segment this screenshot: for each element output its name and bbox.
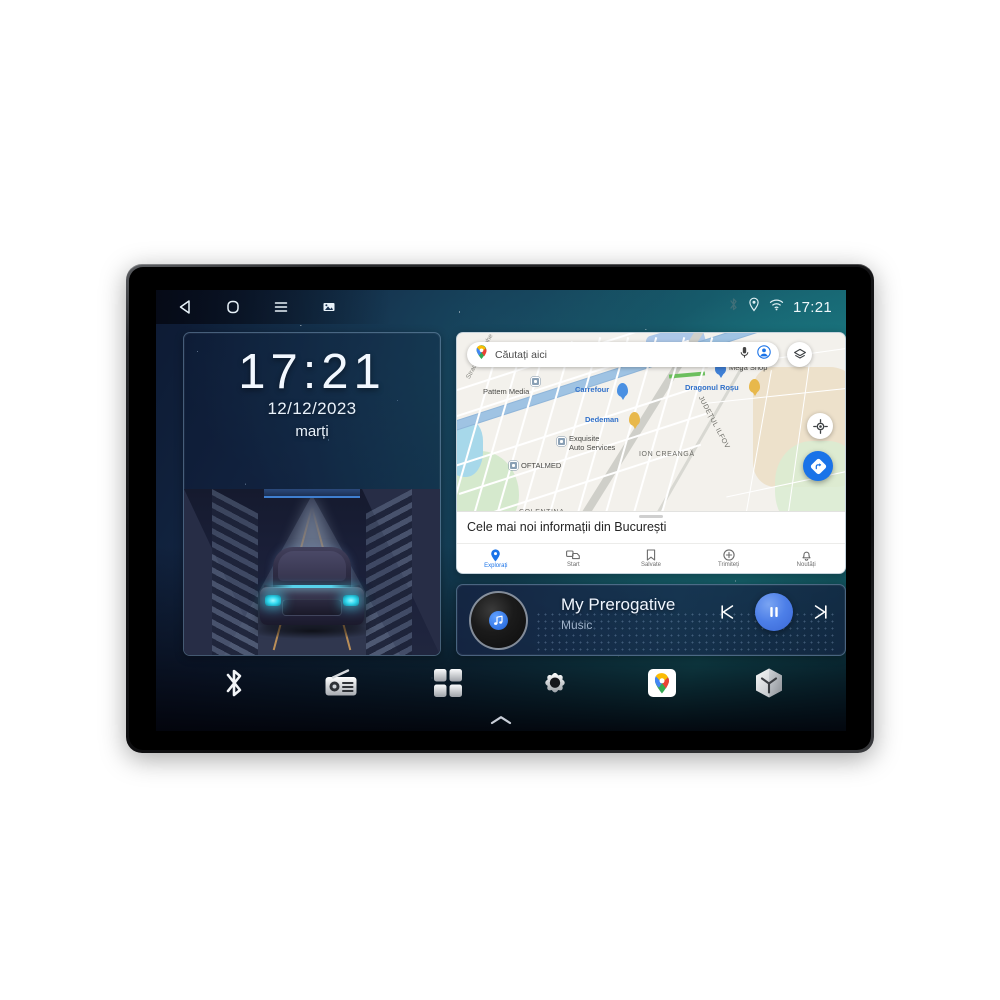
map-poi-pin-dragonul[interactable] [749,379,760,393]
map-sheet-title: Cele mai noi informații din București [467,520,667,534]
map-tab-explore[interactable]: Explorați [457,548,535,569]
clock-date: 12/12/2023 [267,399,357,418]
map-poi-pin-carrefour[interactable] [617,383,628,397]
music-track-title: My Prerogative [561,595,676,614]
device-bezel: 17:21 17:21 12/12/2023 marți Pattem Medi… [129,267,871,750]
map-tab-label: Start [567,562,580,568]
apps-grid-icon [433,669,462,697]
home-button[interactable] [222,296,244,318]
google-maps-icon [647,669,676,697]
bell-updates-icon [802,551,811,561]
previous-track-button[interactable] [715,600,739,624]
radio-icon [325,669,356,696]
back-button[interactable] [174,296,196,318]
clock-weekday: marți [295,423,329,440]
google-maps-widget[interactable]: Pattem Media Carrefour Dedeman Dragonul … [456,332,846,574]
map-tab-label: Explorați [484,562,508,569]
directions-button[interactable] [803,451,833,481]
car-grille [282,599,342,616]
map-tab-label: Noutăți [796,562,816,568]
cube-box-icon [755,668,782,698]
map-label: Auto Services [569,443,616,452]
music-transport-controls [715,593,833,631]
bluetooth-icon [728,297,739,317]
map-poi-marker[interactable] [531,377,540,386]
album-art-disc[interactable] [469,591,528,650]
clock-and-car-widget[interactable]: 17:21 12/12/2023 marți [183,332,441,656]
map-bottom-sheet[interactable]: Cele mai noi informații din București Ex… [457,511,845,573]
map-tab-updates[interactable]: Noutăți [767,549,845,568]
dock-item-radio[interactable] [319,661,363,705]
car-light-strip [264,585,360,588]
map-tab-label: Trimiteți [718,562,740,568]
map-label: Pattem Media [483,387,530,396]
car-animation-widget[interactable] [184,489,440,655]
sheet-drag-handle[interactable] [639,515,663,518]
touchscreen[interactable]: 17:21 17:21 12/12/2023 marți Pattem Medi… [156,290,846,731]
wifi-icon [769,298,784,316]
explore-pin-icon [491,548,501,561]
dock-item-settings[interactable] [533,661,577,705]
my-location-button[interactable] [807,413,833,439]
bluetooth-icon [226,669,241,697]
map-label: Dragonul Roșu [685,383,739,392]
dock-item-maps[interactable] [640,661,684,705]
google-maps-pin-icon [475,344,488,365]
chevron-up-icon [490,716,512,725]
next-track-button[interactable] [809,600,833,624]
dock-item-bluetooth[interactable] [212,661,256,705]
music-player-widget[interactable]: My Prerogative Music [456,584,846,656]
map-tab-label: Salvate [640,562,661,568]
clock-time: 17:21 [238,345,386,399]
contribute-plus-icon [722,549,735,561]
menu-button[interactable] [270,296,292,318]
map-label: ION CREANGĂ [639,451,695,458]
location-pin-icon [748,297,760,317]
map-layers-button[interactable] [787,342,812,367]
home-chevron-up-handle[interactable] [490,712,512,725]
map-search-bar[interactable]: Căutați aici [467,342,779,367]
account-avatar-icon[interactable] [757,345,771,364]
map-label: OFTALMED [521,461,562,470]
bookmark-icon [646,549,656,561]
map-label: Carrefour [575,385,610,394]
skip-previous-icon [721,605,734,619]
status-bar: 17:21 [156,290,846,324]
tunnel-top-frame [264,489,360,498]
dock-item-apps[interactable] [426,661,470,705]
dock-item-cube-app[interactable] [747,661,791,705]
skip-next-icon [814,605,827,619]
play-pause-button[interactable] [755,593,793,631]
screenshot-button[interactable] [318,296,340,318]
map-label: Dedeman [585,415,619,424]
map-poi-marker[interactable] [557,437,566,446]
car-illustration [254,547,370,631]
map-poi-pin-dedeman[interactable] [629,412,640,426]
status-indicators: 17:21 [728,290,832,324]
map-tab-saved[interactable]: Salvate [612,549,690,568]
microphone-icon[interactable] [739,346,750,364]
music-note-icon [494,615,503,625]
map-label: Exquisite [569,434,600,443]
map-bottom-navigation: Explorați Start Salvate Trimiteți Noutăț… [457,543,845,573]
commute-car-icon [566,550,581,560]
disc-center-label [489,611,508,630]
car-windshield [278,551,346,581]
map-search-input[interactable]: Căutați aici [495,349,732,361]
navigation-buttons [156,296,340,318]
settings-gear-icon [544,673,565,693]
clock-widget[interactable]: 17:21 12/12/2023 marți [184,333,440,493]
pause-icon [770,607,778,617]
map-tab-contribute[interactable]: Trimiteți [690,549,768,568]
app-dock [156,655,846,711]
car-headlight-left [265,595,281,606]
head-unit-device-frame: 17:21 17:21 12/12/2023 marți Pattem Medi… [126,264,874,753]
map-poi-marker[interactable] [509,461,518,470]
car-headlight-right [343,595,359,606]
map-tab-start[interactable]: Start [535,549,613,568]
music-source-label: Music [561,618,593,632]
car-body [260,587,364,625]
status-bar-clock: 17:21 [792,298,832,316]
